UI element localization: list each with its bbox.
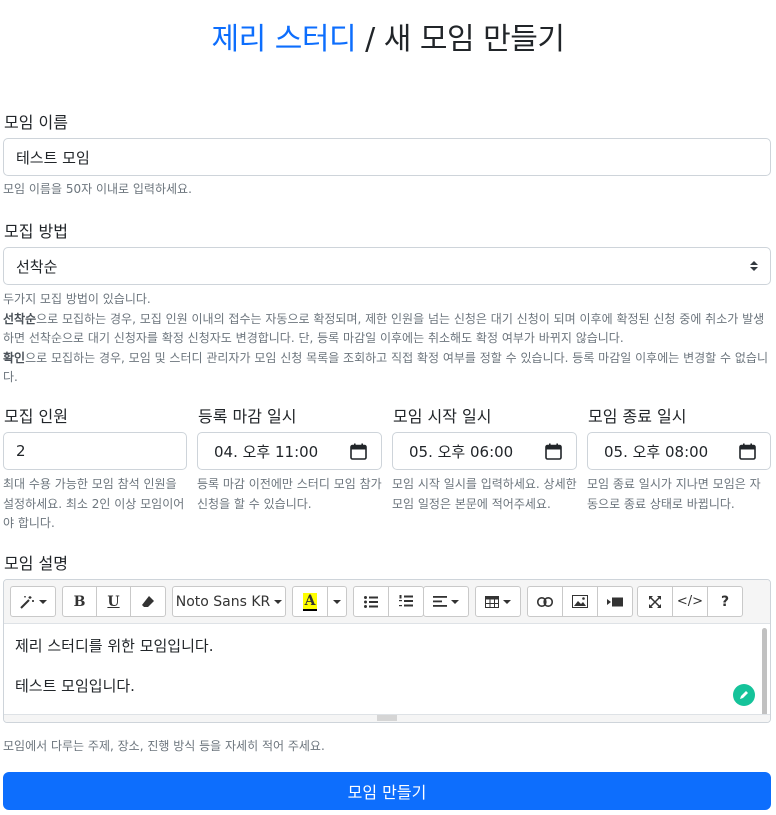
- description-label: 모임 설명: [4, 554, 68, 573]
- method-help: 두가지 모집 방법이 있습니다. 선착순으로 모집하는 경우, 모집 인원 이내…: [3, 290, 771, 388]
- method-select[interactable]: 선착순: [3, 247, 771, 285]
- paragraph-align-dropdown[interactable]: [423, 586, 469, 617]
- video-icon: [607, 597, 623, 606]
- method-help-fcfs: 선착순으로 모집하는 경우, 모집 인원 이내의 접수는 자동으로 확정되며, …: [3, 310, 771, 349]
- page-title: 제리 스터디 / 새 모임 만들기: [0, 14, 776, 58]
- font-color-button[interactable]: A: [292, 586, 328, 617]
- editor-paragraph: 제리 스터디를 위한 모임입니다.: [15, 637, 214, 655]
- start-help: 모임 시작 일시를 입력하세요. 상세한 모임 일정은 본문에 적어주세요.: [392, 477, 577, 511]
- create-meeting-button[interactable]: 모임 만들기: [3, 772, 771, 810]
- align-icon: [433, 596, 447, 607]
- calendar-icon[interactable]: [739, 443, 756, 460]
- limit-help: 최대 수용 가능한 모임 참석 인원을 설정하세요. 최소 2인 이상 모임이어…: [3, 477, 185, 530]
- page-heading: 새 모임 만들기: [383, 22, 565, 57]
- editor-resize-handle[interactable]: [4, 714, 770, 722]
- bold-button[interactable]: B: [62, 586, 97, 617]
- help-icon: ?: [720, 593, 730, 610]
- name-help: 모임 이름을 50자 이내로 입력하세요.: [3, 182, 192, 196]
- link-button[interactable]: [527, 586, 563, 617]
- limit-input-value: 2: [16, 442, 26, 460]
- font-color-dropdown[interactable]: [327, 586, 347, 617]
- title-separator: /: [356, 22, 384, 57]
- bullet-list-button[interactable]: [353, 586, 389, 617]
- grammarly-icon[interactable]: [733, 684, 755, 706]
- end-help: 모임 종료 일시가 지나면 모임은 자동으로 종료 상태로 바뀝니다.: [587, 477, 761, 511]
- start-input[interactable]: 05. 오후 06:00: [392, 432, 577, 470]
- method-help-intro: 두가지 모집 방법이 있습니다.: [3, 292, 151, 306]
- select-arrows-icon: [750, 261, 758, 271]
- limit-label: 모집 인원: [4, 407, 68, 426]
- name-input-value: 테스트 모임: [16, 148, 90, 167]
- table-dropdown[interactable]: [475, 586, 521, 617]
- bold-icon: B: [73, 593, 86, 610]
- bullet-list-icon: [364, 595, 378, 608]
- calendar-icon[interactable]: [350, 443, 367, 460]
- editor-content[interactable]: 제리 스터디를 위한 모임입니다. 테스트 모임입니다.: [4, 624, 770, 716]
- fullscreen-button[interactable]: [637, 586, 673, 617]
- end-input-value: 05. 오후 08:00: [604, 442, 709, 461]
- deadline-label: 등록 마감 일시: [198, 407, 297, 426]
- deadline-help: 등록 마감 이전에만 스터디 모임 참가 신청을 할 수 있습니다.: [197, 477, 382, 511]
- start-label: 모임 시작 일시: [393, 407, 492, 426]
- clear-format-button[interactable]: [130, 586, 166, 617]
- eraser-icon: [142, 595, 154, 607]
- method-help-confirm-term: 확인: [3, 350, 26, 365]
- limit-input[interactable]: 2: [3, 432, 187, 470]
- brand-link[interactable]: 제리 스터디: [212, 22, 357, 57]
- end-label: 모임 종료 일시: [588, 407, 687, 426]
- pen-icon: [740, 691, 748, 699]
- code-view-button[interactable]: </>: [672, 586, 708, 617]
- name-label: 모임 이름: [4, 113, 68, 132]
- image-icon: [572, 595, 588, 608]
- underline-icon: U: [107, 593, 120, 610]
- method-help-fcfs-term: 선착순: [3, 311, 37, 326]
- video-button[interactable]: [597, 586, 633, 617]
- numbered-list-button[interactable]: [388, 586, 424, 617]
- image-button[interactable]: [562, 586, 598, 617]
- method-help-confirm-text: 으로 모집하는 경우, 모임 및 스터디 관리자가 모임 신청 목록을 조회하고…: [3, 350, 769, 385]
- start-input-value: 05. 오후 06:00: [409, 442, 514, 461]
- editor-toolbar: B U Noto Sans KR A </> ?: [4, 580, 770, 624]
- editor-paragraph: 테스트 모임입니다.: [15, 677, 135, 695]
- deadline-input-value: 04. 오후 11:00: [214, 442, 319, 461]
- description-help: 모임에서 다루는 주제, 장소, 진행 방식 등을 자세히 적어 주세요.: [3, 739, 325, 753]
- help-button[interactable]: ?: [707, 586, 743, 617]
- name-input[interactable]: 테스트 모임: [3, 138, 771, 176]
- code-view-icon: </>: [676, 594, 704, 609]
- calendar-icon[interactable]: [545, 443, 562, 460]
- table-icon: [485, 595, 499, 608]
- magic-icon: [20, 595, 34, 609]
- end-input[interactable]: 05. 오후 08:00: [587, 432, 771, 470]
- method-help-fcfs-text: 으로 모집하는 경우, 모집 인원 이내의 접수는 자동으로 확정되며, 제한 …: [3, 311, 765, 346]
- deadline-input[interactable]: 04. 오후 11:00: [197, 432, 382, 470]
- numbered-list-icon: [399, 595, 413, 607]
- method-help-confirm: 확인으로 모집하는 경우, 모임 및 스터디 관리자가 모임 신청 목록을 조회…: [3, 349, 771, 388]
- underline-button[interactable]: U: [96, 586, 131, 617]
- style-button[interactable]: [10, 586, 56, 617]
- font-name-dropdown[interactable]: Noto Sans KR: [172, 586, 286, 617]
- rich-text-editor: B U Noto Sans KR A </> ? 제리 스터디를 위한 모임입니…: [3, 579, 771, 723]
- link-icon: [537, 596, 553, 607]
- font-name-label: Noto Sans KR: [175, 593, 271, 610]
- editor-scrollbar[interactable]: [762, 628, 767, 718]
- font-color-icon: A: [302, 592, 318, 611]
- method-select-value: 선착순: [16, 257, 58, 276]
- fullscreen-icon: [649, 595, 661, 608]
- method-label: 모집 방법: [4, 222, 68, 241]
- grip-icon: [377, 715, 397, 721]
